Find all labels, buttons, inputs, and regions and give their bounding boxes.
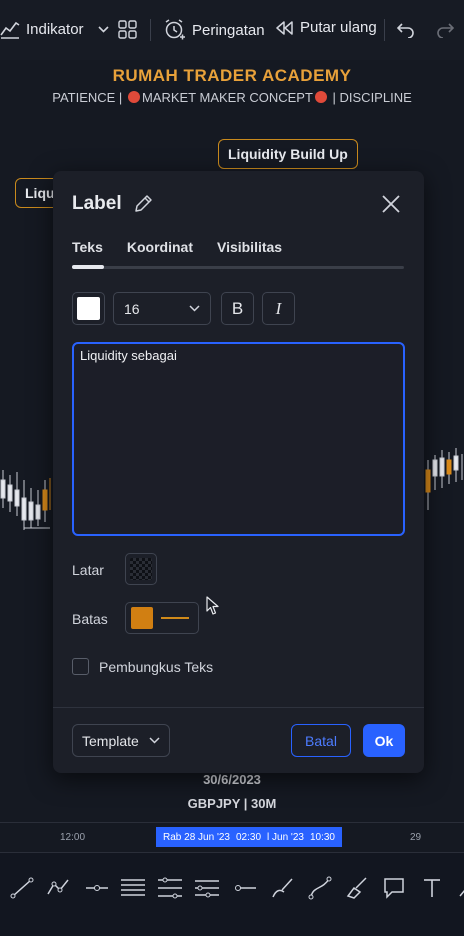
- chart-label-liquidity-build-up[interactable]: Liquidity Build Up: [218, 139, 358, 169]
- text-wrap-checkbox[interactable]: [72, 658, 89, 675]
- italic-label: I: [275, 298, 282, 318]
- highlighter-icon[interactable]: [344, 875, 370, 901]
- bold-label: B: [231, 298, 244, 318]
- bold-button[interactable]: B: [221, 292, 254, 325]
- time-axis-label: 12:00: [60, 832, 86, 843]
- alert-label: Peringatan: [192, 21, 265, 39]
- candlesticks-right: [425, 448, 463, 510]
- background-label: Latar: [72, 562, 104, 578]
- border-line-preview: [161, 617, 189, 619]
- chevron-down-icon: [149, 737, 160, 744]
- highlight-start-time: 02:30: [235, 831, 262, 843]
- subtitle-right: | DISCIPLINE: [332, 90, 412, 105]
- template-dropdown[interactable]: Template: [72, 724, 170, 757]
- tab-teks[interactable]: Teks: [72, 239, 103, 255]
- text-wrap-option[interactable]: Pembungkus Teks: [72, 658, 213, 675]
- curve-icon[interactable]: [307, 875, 333, 901]
- alert-button[interactable]: Peringatan: [164, 19, 265, 41]
- close-icon[interactable]: [381, 194, 401, 219]
- label-text-input[interactable]: [72, 342, 405, 536]
- parallel-channel-icon[interactable]: [120, 875, 146, 901]
- highlight-start-date: Rab 28 Jun '23: [163, 831, 230, 843]
- text-style-row: 16 B I: [72, 292, 295, 325]
- red-dot-icon: [314, 91, 327, 103]
- label-settings-dialog: Label Teks Koordinat Visibilitas 16 B I: [53, 171, 424, 773]
- pencil-icon[interactable]: [133, 194, 153, 219]
- replay-label: Putar ulang: [300, 19, 377, 36]
- text-wrap-label: Pembungkus Teks: [99, 658, 214, 675]
- dialog-tabs: Teks Koordinat Visibilitas: [72, 239, 282, 255]
- mouse-cursor-icon: [206, 596, 219, 615]
- border-label: Batas: [72, 611, 108, 627]
- fib-retracement-icon[interactable]: [157, 875, 183, 901]
- top-toolbar: Indikator Peringatan Putar ulang: [0, 0, 464, 60]
- chart-date: 30/6/2023: [203, 772, 261, 787]
- indicators-button[interactable]: Indikator: [0, 19, 109, 39]
- chart-symbol: GBPJPY | 30M: [187, 796, 277, 811]
- brand-title: RUMAH TRADER ACADEMY: [112, 66, 352, 85]
- undo-icon[interactable]: [397, 22, 415, 38]
- text-color-button[interactable]: [72, 292, 105, 325]
- border-color-swatch: [131, 607, 153, 629]
- highlight-end-time: 10:30: [309, 831, 335, 843]
- trend-line-icon[interactable]: [9, 875, 35, 901]
- font-size-value: 16: [124, 300, 140, 317]
- dialog-divider: [53, 707, 424, 708]
- red-dot-icon: [127, 91, 140, 103]
- toolbar-divider: [150, 19, 151, 41]
- app: Indikator Peringatan Putar ulang RUMAH T…: [0, 0, 464, 936]
- path-icon[interactable]: [46, 875, 72, 901]
- redo-icon[interactable]: [436, 22, 454, 38]
- tab-track: [72, 266, 404, 269]
- cancel-button[interactable]: Batal: [291, 724, 351, 757]
- transparent-swatch: [130, 558, 152, 580]
- tab-visibilitas[interactable]: Visibilitas: [217, 239, 282, 255]
- font-size-select[interactable]: 16: [113, 292, 211, 325]
- subtitle-mid: MARKET MAKER CONCEPT: [141, 90, 313, 105]
- fib-extension-icon[interactable]: [194, 875, 220, 901]
- time-axis-label: 29: [410, 832, 422, 843]
- border-color-button[interactable]: [125, 602, 199, 634]
- horizontal-ray-icon[interactable]: [232, 875, 258, 901]
- replay-button[interactable]: Putar ulang: [276, 19, 377, 36]
- chevron-down-icon: [97, 25, 109, 33]
- background-color-button[interactable]: [125, 553, 157, 585]
- chevron-down-icon: [189, 305, 200, 312]
- brush-icon[interactable]: [270, 875, 296, 901]
- active-tab-indicator: [72, 265, 104, 269]
- rewind-icon: [276, 20, 294, 35]
- italic-button[interactable]: I: [262, 292, 295, 325]
- dialog-title: Label: [72, 193, 122, 214]
- ok-button[interactable]: Ok: [363, 724, 405, 757]
- time-range-highlight: Rab 28 Jun '23 02:30 l Jun '23 10:30: [156, 827, 342, 847]
- callout-icon[interactable]: [381, 875, 407, 901]
- indicators-label: Indikator: [26, 20, 84, 38]
- candlesticks-left: [0, 470, 51, 530]
- highlight-end-date: l Jun '23: [267, 831, 304, 843]
- alarm-clock-plus-icon: [164, 19, 186, 41]
- subtitle-left: PATIENCE |: [52, 90, 123, 105]
- tab-koordinat[interactable]: Koordinat: [127, 239, 193, 255]
- time-axis[interactable]: 12:00 Rab 28 Jun '23 02:30 l Jun '23 10:…: [0, 822, 464, 852]
- drawing-toolbar: [0, 852, 464, 936]
- text-color-swatch: [77, 297, 100, 320]
- toolbar-divider: [384, 19, 385, 41]
- brand-subtitle: PATIENCE | MARKET MAKER CONCEPT | DISCIP…: [0, 90, 464, 105]
- text-icon[interactable]: [419, 875, 445, 901]
- ray-icon[interactable]: [84, 875, 110, 901]
- indicators-icon: [0, 19, 20, 39]
- more-tools-icon[interactable]: [452, 875, 464, 901]
- template-label: Template: [82, 732, 139, 749]
- layouts-grid-icon[interactable]: [118, 20, 137, 39]
